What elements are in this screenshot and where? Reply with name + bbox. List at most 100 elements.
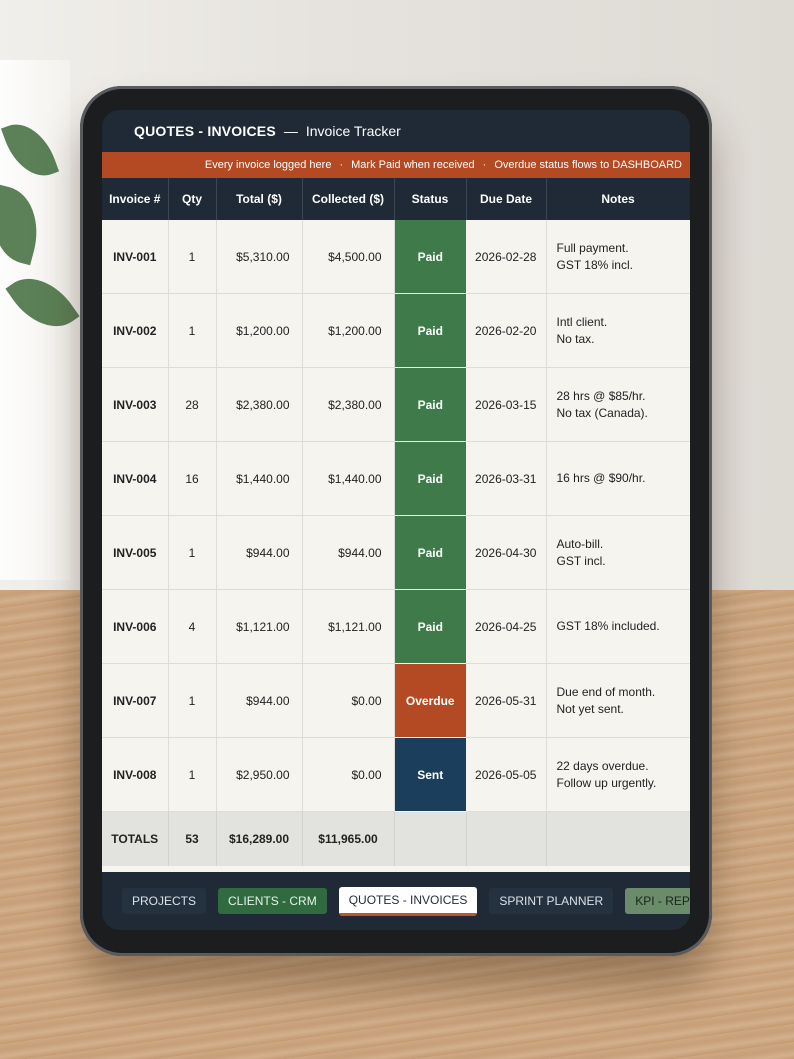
due-date-cell: 2026-03-15 [466,367,547,442]
table-row[interactable]: INV-008 1 $2,950.00 $0.00 Sent 2026-05-05 22 d… [102,737,690,812]
note-line: Intl client. [556,314,608,329]
invoice-number: INV-005 [102,515,169,590]
app-title: QUOTES - INVOICES [134,123,276,139]
due-date-cell: 2026-04-30 [466,515,547,590]
banner-item: Every invoice logged here [204,159,332,171]
invoice-number: INV-007 [102,663,169,738]
notes-cell: Full payment. GST 18% incl. [546,220,690,294]
table-row[interactable]: INV-005 1 $944.00 $944.00 Paid 2026-04-30 Auto… [102,515,690,590]
table-row[interactable]: INV-007 1 $944.00 $0.00 Overdue 2026-05-31 Due… [102,663,690,738]
notes-cell: Intl client. No tax. [546,293,690,368]
collected-cell: $944.00 [302,515,395,590]
column-header-notes[interactable]: Notes [546,178,690,220]
tablet-device: QUOTES - INVOICES — Invoice Tracker Ever… [80,86,712,956]
invoice-table: Invoice # Qty Total ($) Collected ($) St… [102,178,690,866]
note-line: Due end of month. [556,684,656,699]
invoice-number: INV-004 [102,441,169,516]
collected-cell: $4,500.00 [302,220,395,294]
note-line: Auto-bill. [556,536,604,551]
due-date-cell: 2026-02-20 [466,293,547,368]
collected-cell: $2,380.00 [302,367,395,442]
due-date-cell: 2026-02-28 [466,220,547,294]
table-header-row: Invoice # Qty Total ($) Collected ($) St… [102,178,690,220]
table-row[interactable]: INV-006 4 $1,121.00 $1,121.00 Paid 2026-04-25… [102,589,690,664]
totals-collected: $11,965.00 [302,811,395,866]
status-badge[interactable]: Sent [394,737,466,812]
status-badge[interactable]: Overdue [394,663,466,738]
tab-projects[interactable]: PROJECTS [122,888,207,914]
notes-cell: Auto-bill. GST incl. [546,515,690,590]
note-line: GST incl. [556,553,606,568]
table-row[interactable]: INV-003 28 $2,380.00 $2,380.00 Paid 2026-03-1… [102,367,690,442]
qty-cell: 28 [168,367,217,442]
notes-cell: GST 18% included. [546,589,690,664]
table-row[interactable]: INV-002 1 $1,200.00 $1,200.00 Paid 2026-02-20… [102,293,690,368]
notes-cell: Due end of month. Not yet sent. [546,663,690,738]
tab-quotes-invoices[interactable]: QUOTES - INVOICES [338,886,478,916]
banner-item: Mark Paid when received [351,159,475,171]
qty-cell: 1 [168,663,217,738]
total-cell: $944.00 [216,515,303,590]
collected-cell: $1,121.00 [302,589,395,664]
due-date-cell: 2026-05-05 [466,737,547,812]
note-line: 28 hrs @ $85/hr. [556,388,646,403]
tab-sprint-planner[interactable]: SPRINT PLANNER [489,888,614,914]
note-line: Full payment. [556,240,629,255]
total-cell: $5,310.00 [216,220,303,294]
status-badge[interactable]: Paid [394,589,466,664]
invoice-number: INV-002 [102,293,169,368]
status-badge[interactable]: Paid [394,441,466,516]
note-line: 22 days overdue. [556,758,649,773]
status-badge[interactable]: Paid [394,515,466,590]
invoice-number: INV-008 [102,737,169,812]
banner-dot: · [339,159,344,171]
totals-total: $16,289.00 [216,811,303,866]
page-subtitle: Invoice Tracker [305,123,401,139]
note-line: Follow up urgently. [556,775,657,790]
qty-cell: 4 [168,589,217,664]
column-header-status[interactable]: Status [394,178,467,220]
status-badge[interactable]: Paid [394,293,466,368]
invoice-number: INV-001 [102,220,169,294]
invoice-number: INV-006 [102,589,169,664]
invoice-number: INV-003 [102,367,169,442]
due-date-cell: 2026-03-31 [466,441,547,516]
info-banner: Every invoice logged here · Mark Paid wh… [102,152,690,178]
plant-decoration [0,114,80,380]
column-header-due-date[interactable]: Due Date [466,178,547,220]
totals-empty [546,811,690,866]
table-row[interactable]: INV-004 16 $1,440.00 $1,440.00 Paid 2026-03-3… [102,441,690,516]
note-line: 16 hrs @ $90/hr. [556,471,646,485]
totals-empty [466,811,547,866]
collected-cell: $1,200.00 [302,293,395,368]
total-cell: $1,440.00 [216,441,303,516]
qty-cell: 1 [168,737,217,812]
totals-qty: 53 [168,811,217,866]
note-line: Not yet sent. [556,701,624,716]
tablet-screen: QUOTES - INVOICES — Invoice Tracker Ever… [102,110,690,930]
collected-cell: $0.00 [302,737,395,812]
notes-cell: 28 hrs @ $85/hr. No tax (Canada). [546,367,690,442]
tab-kpi-report[interactable]: KPI - REPORT [625,888,690,914]
totals-label: TOTALS [102,811,169,866]
table-row[interactable]: INV-001 1 $5,310.00 $4,500.00 Paid 2026-02-28… [102,220,690,294]
banner-dot: · [482,159,487,171]
status-badge[interactable]: Paid [394,367,466,442]
due-date-cell: 2026-05-31 [466,663,547,738]
total-cell: $2,380.00 [216,367,303,442]
qty-cell: 16 [168,441,217,516]
status-badge[interactable]: Paid [394,220,466,294]
totals-empty [394,811,467,866]
tab-clients-crm[interactable]: CLIENTS - CRM [218,888,327,914]
column-header-total[interactable]: Total ($) [216,178,303,220]
notes-cell: 22 days overdue. Follow up urgently. [546,737,690,812]
note-line: GST 18% included. [556,619,660,633]
column-header-invoice[interactable]: Invoice # [102,178,169,220]
column-header-collected[interactable]: Collected ($) [302,178,395,220]
due-date-cell: 2026-04-25 [466,589,547,664]
qty-cell: 1 [168,220,217,294]
banner-item: Overdue status flows to DASHBOARD [494,159,682,171]
column-header-qty[interactable]: Qty [168,178,217,220]
qty-cell: 1 [168,515,217,590]
title-bar: QUOTES - INVOICES — Invoice Tracker [102,110,690,152]
